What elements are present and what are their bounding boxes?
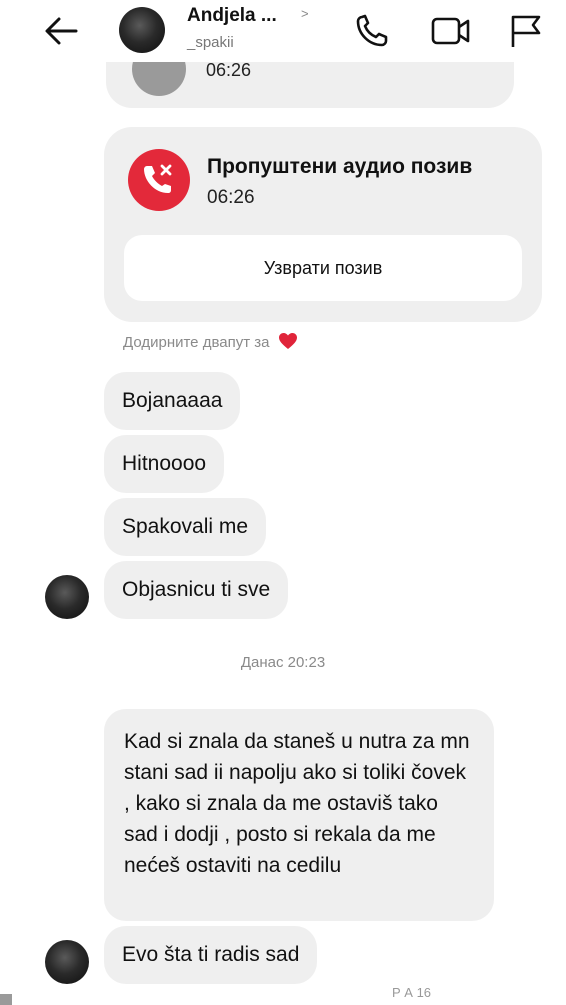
double-tap-hint-text: Додирните двапут за <box>123 334 270 351</box>
double-tap-hint: Додирните двапут за <box>123 332 298 354</box>
message-bubble[interactable]: Kad si znala da staneš u nutra za mn sta… <box>104 709 494 921</box>
previous-call-card: 06:26 <box>106 62 514 108</box>
message-bubble[interactable]: Objasnicu ti sve <box>104 561 289 619</box>
missed-call-card: Пропуштени аудио позив 06:26 Узврати поз… <box>104 127 542 322</box>
corner-mark <box>0 994 12 1005</box>
chevron-right-icon: > <box>301 6 309 21</box>
call-icon <box>132 62 186 96</box>
message-thread[interactable]: 06:26 Пропуштени аудио позив 06:26 Узвра… <box>0 62 566 1005</box>
contact-name[interactable]: Andjela ... <box>187 5 277 27</box>
message-bubble[interactable]: Bojanaaaa <box>104 372 241 430</box>
timestamp-divider: Данас 20:23 <box>240 654 326 671</box>
message-bubble[interactable]: Spakovali me <box>104 498 267 556</box>
chat-header: Andjela ... > _spakii <box>0 0 566 62</box>
call-back-button[interactable]: Узврати позив <box>124 235 522 301</box>
flag-icon[interactable] <box>506 12 546 50</box>
missed-call-time: 06:26 <box>207 187 255 208</box>
back-arrow-icon[interactable] <box>40 12 82 50</box>
missed-call-icon <box>128 149 190 211</box>
read-receipt-fragment: Р А 16 <box>392 985 432 1000</box>
sender-avatar[interactable] <box>45 575 89 619</box>
video-camera-icon[interactable] <box>430 12 470 50</box>
sender-avatar[interactable] <box>45 940 89 984</box>
missed-call-title: Пропуштени аудио позив <box>207 155 473 178</box>
phone-icon[interactable] <box>352 12 392 50</box>
previous-call-time: 06:26 <box>206 62 252 80</box>
message-bubble[interactable]: Evo šta ti radis sad <box>104 926 318 984</box>
contact-username: _spakii <box>187 34 234 51</box>
heart-icon <box>278 332 298 354</box>
avatar[interactable] <box>119 7 165 53</box>
message-bubble[interactable]: Hitnoooo <box>104 435 225 493</box>
